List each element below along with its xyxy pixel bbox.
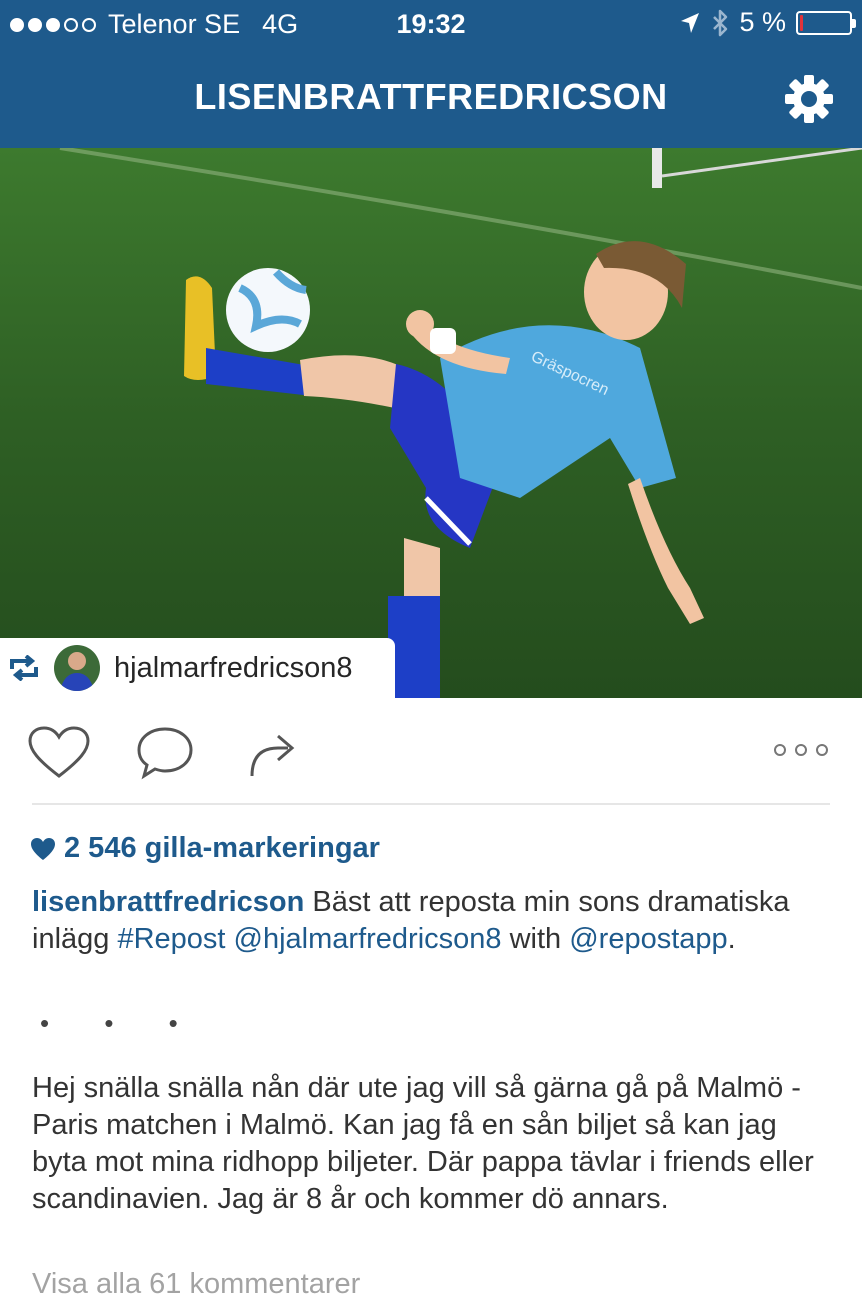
- page-title: LISENBRATTFREDRICSON: [194, 76, 668, 117]
- caption-period: .: [727, 923, 736, 955]
- caption-mention-app[interactable]: @repostapp: [569, 923, 727, 955]
- likes-label: 2 546 gilla-markeringar: [64, 832, 380, 864]
- heart-filled-icon: [31, 837, 55, 860]
- likes-count[interactable]: 2 546 gilla-markeringar: [30, 832, 380, 865]
- repost-icon: [10, 655, 38, 681]
- status-bar: Telenor SE 4G 19:32 5 %: [0, 0, 862, 48]
- caption-text-with: with: [509, 923, 562, 955]
- comment-icon[interactable]: [136, 726, 194, 780]
- battery-percentage: 5 %: [739, 7, 786, 37]
- bluetooth-icon: [713, 9, 728, 36]
- repost-attribution[interactable]: hjalmarfredricson8: [0, 638, 395, 698]
- location-arrow-icon: [681, 12, 700, 33]
- repost-username[interactable]: hjalmarfredricson8: [114, 652, 353, 685]
- more-dots-icon[interactable]: [772, 742, 830, 758]
- post-photo[interactable]: Gräspocren: [0, 148, 862, 698]
- view-all-comments-link[interactable]: Visa alla 61 kommentarer: [32, 1268, 360, 1301]
- divider: [32, 803, 830, 805]
- battery-icon: [796, 10, 856, 35]
- share-icon[interactable]: [248, 728, 296, 778]
- caption: lisenbrattfredricson Bäst att reposta mi…: [32, 884, 832, 958]
- caption-mention[interactable]: @hjalmarfredricson8: [234, 923, 502, 955]
- caption-username[interactable]: lisenbrattfredricson: [32, 886, 304, 918]
- caption-story: Hej snälla snälla nån där ute jag vill s…: [32, 1072, 814, 1215]
- action-bar: [0, 700, 862, 804]
- top-bar: Telenor SE 4G 19:32 5 % LISENBRATTFREDRI…: [0, 0, 862, 148]
- caption-hashtag[interactable]: #Repost: [117, 923, 225, 955]
- gear-icon[interactable]: [782, 72, 836, 126]
- photo-illustration: Gräspocren: [0, 148, 862, 698]
- status-right: 5 %: [679, 7, 856, 38]
- heart-icon[interactable]: [28, 726, 90, 780]
- caption-ellipsis: • • •: [40, 1008, 202, 1038]
- avatar[interactable]: [54, 645, 100, 691]
